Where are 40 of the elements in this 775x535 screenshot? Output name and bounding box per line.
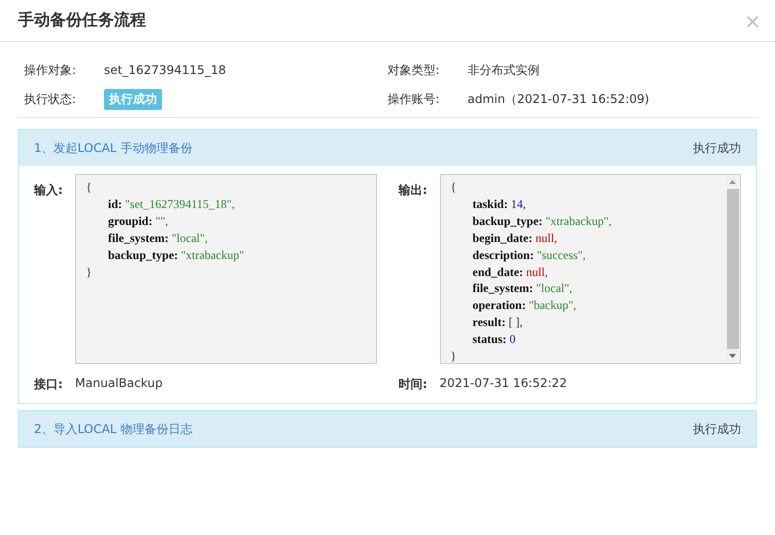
api-value: ManualBackup <box>75 376 163 390</box>
code-brace: { <box>450 179 458 196</box>
field-label: 输出: <box>398 182 428 199</box>
code-brace: { <box>86 179 93 196</box>
step-title: 2、导入LOCAL 物理备份日志 <box>34 420 192 438</box>
status-badge: 执行成功 <box>104 88 162 110</box>
field-label: 时间: <box>398 376 428 393</box>
code-brace: } <box>450 348 458 365</box>
code-line: file_system: "local", <box>107 230 209 247</box>
step-status: 执行成功 <box>693 420 741 438</box>
step-status: 执行成功 <box>693 140 741 156</box>
info-label: 操作账号: <box>388 90 441 108</box>
code-line: backup_type: "xtrabackup", <box>472 212 613 230</box>
code-line: description: "success", <box>472 246 587 264</box>
info-label: 对象类型: <box>388 62 441 78</box>
info-value: set_1627394115_18 <box>104 63 226 77</box>
code-line: operation: "backup", <box>472 297 578 314</box>
info-value: 非分布式实例 <box>468 62 540 78</box>
code-line: end_date: null, <box>472 264 549 280</box>
code-line: taskid: 14, <box>472 196 527 213</box>
code-line: file_system: "local", <box>472 280 574 298</box>
field-label: 输入: <box>34 182 64 199</box>
field-label: 接口: <box>34 376 64 393</box>
info-label: 执行状态: <box>24 90 78 108</box>
code-line: begin_date: null, <box>472 230 558 247</box>
code-line: status: 0 <box>472 331 517 348</box>
step-header[interactable]: 1、发起LOCAL 手动物理备份 执行成功 <box>19 130 756 166</box>
code-line: id: "set_1627394115_18", <box>107 196 236 213</box>
step-header[interactable]: 2、导入LOCAL 物理备份日志 执行成功 <box>19 411 756 447</box>
info-label: 操作对象: <box>24 62 78 78</box>
dialog-title: 手动备份任务流程 <box>18 10 146 31</box>
step-title: 1、发起LOCAL 手动物理备份 <box>34 140 192 156</box>
code-brace: } <box>86 264 93 280</box>
code-line: groupid: "", <box>107 212 170 230</box>
scroll-up-icon[interactable] <box>728 179 737 185</box>
scroll-down-icon[interactable] <box>728 353 737 359</box>
info-value: admin（2021-07-31 16:52:09) <box>468 90 650 108</box>
code-line: result: [ ], <box>472 314 524 332</box>
time-value: 2021-07-31 16:52:22 <box>440 376 567 390</box>
code-line: backup_type: "xtrabackup" <box>107 246 246 264</box>
